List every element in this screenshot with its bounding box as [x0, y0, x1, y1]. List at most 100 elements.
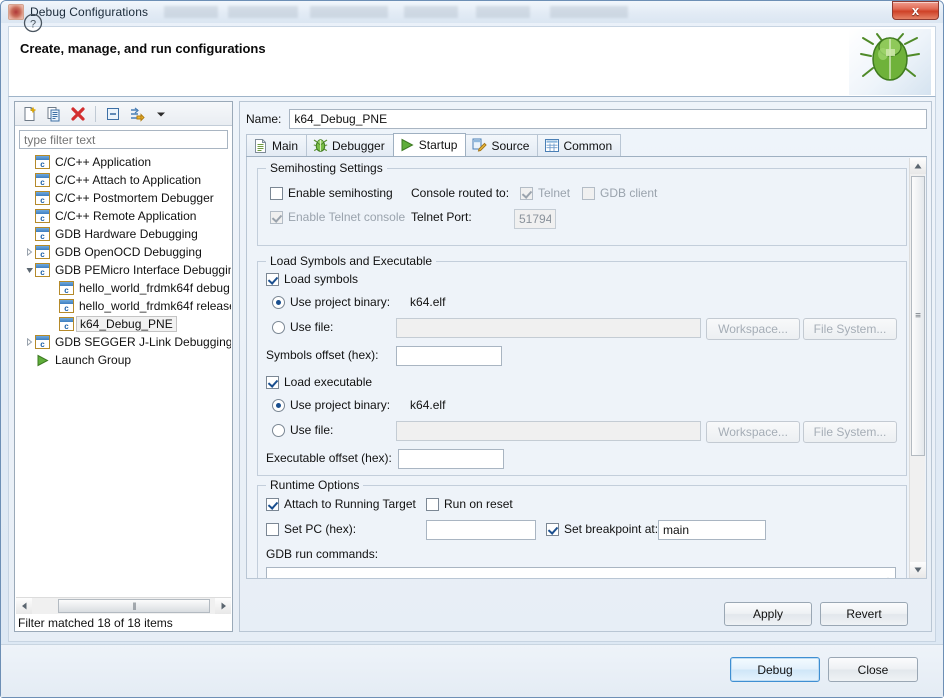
symbols-use-project-binary-radio[interactable] — [272, 296, 285, 309]
tree-item[interactable]: cC/C++ Attach to Application — [16, 171, 231, 189]
filter-input[interactable] — [19, 130, 228, 149]
symbols-use-file-radio[interactable] — [272, 321, 285, 334]
tree-item[interactable]: chello_world_frdmk64f release — [16, 297, 231, 315]
chevron-right-icon[interactable] — [24, 243, 35, 261]
debug-button[interactable]: Debug — [730, 657, 820, 682]
run-on-reset-row[interactable]: Run on reset — [426, 497, 513, 511]
tab-label: Debugger — [332, 139, 385, 153]
delete-configuration-icon[interactable] — [67, 104, 89, 124]
exec-filesystem-button: File System... — [803, 421, 897, 443]
gdb-run-commands-textarea[interactable] — [266, 567, 896, 579]
enable-semihosting-checkbox[interactable] — [270, 187, 283, 200]
tab-source[interactable]: Source — [465, 134, 538, 156]
tree-arrow-placeholder — [24, 189, 35, 207]
tree-item[interactable]: ck64_Debug_PNE — [16, 315, 231, 333]
apply-button[interactable]: Apply — [724, 602, 812, 626]
revert-button[interactable]: Revert — [820, 602, 908, 626]
textarea-scroll-up-icon[interactable] — [884, 572, 892, 579]
set-pc-checkbox[interactable] — [266, 523, 279, 536]
tree-item-label: GDB Hardware Debugging — [55, 227, 198, 241]
titlebar-background-text — [158, 6, 892, 18]
load-executable-row[interactable]: Load executable — [266, 375, 372, 389]
tree-item[interactable]: chello_world_frdmk64f debug — [16, 279, 231, 297]
tree-item-label: C/C++ Postmortem Debugger — [55, 191, 214, 205]
vertical-scrollbar-thumb[interactable] — [911, 176, 925, 456]
tree-item[interactable]: cC/C++ Remote Application — [16, 207, 231, 225]
tab-main[interactable]: Main — [246, 134, 307, 156]
duplicate-configuration-icon[interactable] — [43, 104, 65, 124]
c-config-icon: c — [35, 245, 50, 259]
dialog-header: Create, manage, and run configurations — [8, 26, 936, 97]
scrollbar-thumb[interactable] — [58, 599, 210, 613]
set-pc-input[interactable] — [426, 520, 536, 540]
load-symbols-row[interactable]: Load symbols — [266, 272, 358, 286]
symbols-use-file-row[interactable]: Use file: — [272, 320, 333, 334]
tree-item[interactable]: Launch Group — [16, 351, 231, 369]
attach-to-running-target-checkbox[interactable] — [266, 498, 279, 511]
tree-horizontal-scrollbar[interactable] — [16, 597, 231, 613]
set-breakpoint-row[interactable]: Set breakpoint at: — [546, 522, 658, 536]
symbols-use-project-binary-row[interactable]: Use project binary: k64.elf — [272, 295, 445, 309]
configuration-tabs[interactable]: Main Debugger StartupSourceCommon — [246, 135, 927, 157]
attach-to-running-target-row[interactable]: Attach to Running Target — [266, 497, 416, 511]
help-question-icon[interactable]: ? — [23, 13, 43, 33]
filter-icon[interactable] — [126, 104, 148, 124]
exec-workspace-button: Workspace... — [706, 421, 800, 443]
tree-item[interactable]: c GDB OpenOCD Debugging — [16, 243, 231, 261]
window-close-button[interactable]: x — [892, 1, 939, 20]
tab-common[interactable]: Common — [537, 134, 621, 156]
window-title: Debug Configurations — [30, 5, 148, 19]
gdb-run-commands-label: GDB run commands: — [266, 547, 378, 561]
tree-item[interactable]: cGDB Hardware Debugging — [16, 225, 231, 243]
run-arrow-icon — [400, 138, 415, 153]
scrollbar-track[interactable] — [32, 598, 215, 614]
enable-semihosting-row[interactable]: Enable semihosting — [270, 186, 393, 200]
enable-telnet-console-label: Enable Telnet console — [288, 210, 405, 224]
tree-item[interactable]: cGDB PEMicro Interface Debugging — [16, 261, 231, 279]
bug-app-icon — [8, 4, 24, 20]
chevron-down-icon[interactable] — [150, 104, 172, 124]
chevron-right-icon[interactable] — [24, 333, 35, 351]
set-breakpoint-checkbox[interactable] — [546, 523, 559, 536]
chevron-down-icon[interactable] — [24, 261, 35, 279]
load-symbols-executable-group: Load Symbols and Executable Load symbols… — [257, 261, 907, 476]
configuration-name-input[interactable] — [289, 109, 927, 129]
scroll-right-icon[interactable] — [215, 598, 231, 614]
exec-file-input — [396, 421, 701, 441]
tab-debugger[interactable]: Debugger — [306, 134, 394, 156]
exec-use-project-binary-row[interactable]: Use project binary: k64.elf — [272, 398, 445, 412]
collapse-all-icon[interactable] — [102, 104, 124, 124]
tree-item[interactable]: cC/C++ Application — [16, 153, 231, 171]
tree-arrow-placeholder — [24, 351, 35, 369]
exec-use-file-radio[interactable] — [272, 424, 285, 437]
configurations-tree[interactable]: cC/C++ ApplicationcC/C++ Attach to Appli… — [16, 153, 231, 596]
load-symbols-checkbox[interactable] — [266, 273, 279, 286]
set-pc-row[interactable]: Set PC (hex): — [266, 522, 356, 536]
run-on-reset-checkbox[interactable] — [426, 498, 439, 511]
toolbar-separator — [95, 106, 96, 122]
new-configuration-icon[interactable] — [19, 104, 41, 124]
exec-use-file-row[interactable]: Use file: — [272, 423, 333, 437]
gdb-run-commands-label-wrap: GDB run commands: — [266, 547, 378, 561]
tree-item[interactable]: cGDB SEGGER J-Link Debugging — [16, 333, 231, 351]
runtime-options-group: Runtime Options Attach to Running Target… — [257, 485, 907, 579]
set-breakpoint-input[interactable] — [658, 520, 766, 540]
scroll-left-icon[interactable] — [16, 598, 32, 614]
c-config-icon: c — [35, 335, 50, 349]
startup-tab-content: Semihosting Settings Enable semihosting … — [246, 157, 927, 579]
tab-startup[interactable]: Startup — [393, 133, 467, 156]
tree-item[interactable]: cC/C++ Postmortem Debugger — [16, 189, 231, 207]
executable-offset-input[interactable] — [398, 449, 504, 469]
load-executable-checkbox[interactable] — [266, 376, 279, 389]
tree-item-label: GDB OpenOCD Debugging — [55, 245, 202, 259]
close-button[interactable]: Close — [828, 657, 918, 682]
source-edit-icon — [472, 138, 487, 153]
set-pc-label: Set PC (hex): — [284, 522, 356, 536]
tab-label: Main — [272, 139, 298, 153]
tree-arrow-placeholder — [24, 225, 35, 243]
configuration-vertical-scrollbar[interactable] — [909, 158, 925, 578]
symbols-offset-input[interactable] — [396, 346, 502, 366]
exec-use-project-binary-radio[interactable] — [272, 399, 285, 412]
scroll-down-icon[interactable] — [910, 562, 926, 578]
scroll-up-icon[interactable] — [910, 158, 926, 174]
